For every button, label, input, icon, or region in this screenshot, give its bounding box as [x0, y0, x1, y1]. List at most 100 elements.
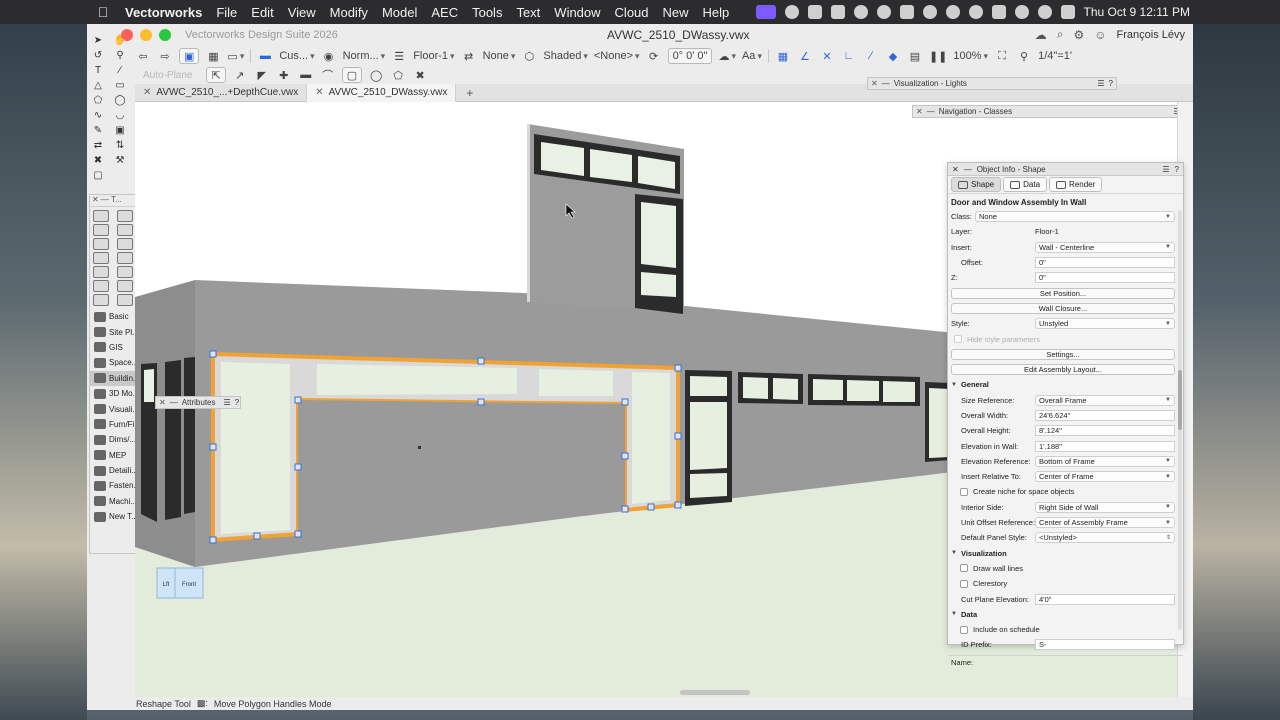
palette-collapse-icon[interactable]: —: [964, 165, 972, 174]
rotate-plan-icon[interactable]: ⟳: [646, 48, 662, 64]
tab-dwassy-file[interactable]: ✕ AVWC_2510_DWassy.vwx: [307, 83, 457, 102]
column-tool-icon[interactable]: [93, 252, 109, 264]
rectangle-tool-icon[interactable]: ▭: [111, 79, 129, 92]
reshape-mode-move-handles[interactable]: ⇱: [206, 67, 226, 83]
screen-plane-tool-icon[interactable]: ▢: [89, 169, 107, 182]
handle[interactable]: [209, 350, 217, 358]
elevation-reference-popup[interactable]: Bottom of Frame ▼: [1035, 455, 1175, 467]
control-center-icon[interactable]: [1060, 5, 1075, 19]
unified-view-icon[interactable]: ☁ ▾: [718, 48, 736, 64]
selection-rectangle-mode[interactable]: ▢: [341, 67, 363, 83]
palette-menu-icon[interactable]: ☰: [224, 398, 231, 407]
close-tab-icon[interactable]: ✕: [315, 87, 323, 98]
display-icon[interactable]: [899, 5, 914, 19]
snap-intersection-icon[interactable]: ✕: [819, 48, 835, 64]
overall-width-field[interactable]: 24'6.624": [1035, 410, 1175, 421]
menu-window[interactable]: Window: [547, 5, 607, 20]
tool-set-furniture-fixtures[interactable]: Furn/Fi...: [90, 417, 138, 432]
handle[interactable]: [621, 398, 629, 406]
user-name[interactable]: François Lévy: [1117, 29, 1185, 41]
menu-view[interactable]: View: [281, 5, 323, 20]
close-icon[interactable]: ✕: [952, 165, 959, 174]
handle[interactable]: [674, 364, 682, 372]
pilaster-tool-icon[interactable]: [117, 266, 133, 278]
tool-set-mep[interactable]: MEP: [90, 448, 138, 463]
help-icon[interactable]: ?: [1175, 165, 1179, 174]
stair-tool-icon[interactable]: [117, 252, 133, 264]
menu-new[interactable]: New: [656, 5, 696, 20]
scrollbar-thumb[interactable]: [1178, 370, 1182, 430]
text-tool-icon[interactable]: T: [89, 64, 107, 77]
reshape-mode-move-vertex[interactable]: ↗: [232, 67, 248, 83]
line-tool-icon[interactable]: ∕: [111, 64, 129, 77]
z-field[interactable]: 0": [1035, 272, 1175, 284]
tab-depthcue-file[interactable]: ✕ AVWC_2510_...+DepthCue.vwx: [135, 83, 308, 102]
roof-tool-icon[interactable]: [117, 238, 133, 250]
fit-view-icon[interactable]: ⛶: [994, 48, 1010, 64]
view-cube-graphic[interactable]: Lft Front: [153, 564, 207, 602]
visualization-section-header[interactable]: ▼ Visualization: [948, 546, 1183, 561]
snap-grid-icon[interactable]: ▦: [775, 48, 791, 64]
edit-assembly-layout-button[interactable]: Edit Assembly Layout...: [951, 364, 1175, 376]
trim-tool-icon[interactable]: ✖: [89, 154, 107, 167]
horizontal-scrollbar[interactable]: [680, 690, 750, 695]
curtain-wall-tool-icon[interactable]: [117, 210, 133, 222]
handle[interactable]: [477, 357, 485, 365]
view-cube[interactable]: Lft Front: [153, 564, 207, 602]
handle[interactable]: [294, 530, 302, 538]
door-window-assembly-tool-icon[interactable]: [93, 280, 109, 292]
elevation-in-wall-field[interactable]: 1'.188": [1035, 440, 1175, 452]
close-icon[interactable]: ✕: [159, 398, 166, 407]
snap-angle-icon[interactable]: ∠: [797, 48, 813, 64]
render-icon[interactable]: ◉: [321, 48, 337, 64]
mirror-tool-icon[interactable]: ⇅: [111, 139, 129, 152]
minimize-window-button[interactable]: [140, 29, 152, 41]
handle[interactable]: [621, 452, 629, 460]
tab-render[interactable]: Render: [1049, 177, 1103, 192]
set-position-button[interactable]: Set Position...: [951, 287, 1175, 299]
menu-cloud[interactable]: Cloud: [608, 5, 656, 20]
handle[interactable]: [674, 432, 682, 440]
view-mode-button[interactable]: ▣: [179, 48, 200, 64]
layer-dropdown[interactable]: Floor-1 ▾: [413, 48, 454, 64]
include-on-schedule-checkbox[interactable]: [960, 625, 968, 634]
overall-height-field[interactable]: 8'.124": [1035, 425, 1175, 437]
railing-tool-icon[interactable]: [93, 266, 109, 278]
palette-menu-icon[interactable]: ☰: [1097, 79, 1104, 88]
tool-set-dims-notes[interactable]: Dims/...: [90, 432, 138, 447]
moon-icon[interactable]: [876, 5, 891, 19]
cloud-icon[interactable]: ☁: [1035, 28, 1047, 42]
navigation-classes-palette[interactable]: ✕ — Navigation - Classes ☰ ?: [912, 105, 1193, 118]
page-setup-icon[interactable]: ▭ ▾: [227, 48, 244, 64]
wall-tool-icon[interactable]: [93, 210, 109, 222]
bluetooth-icon[interactable]: [968, 5, 983, 19]
menubar-clock[interactable]: Thu Oct 9 12:11 PM: [1084, 5, 1191, 19]
insert-relative-popup[interactable]: Center of Frame ▼: [1035, 471, 1175, 483]
zoom-dropdown[interactable]: 100% ▾: [953, 48, 988, 64]
working-plane-icon[interactable]: ▤: [907, 48, 923, 64]
hammer-tool-icon[interactable]: ⚒: [111, 154, 129, 167]
palette-collapse-icon[interactable]: —: [170, 398, 178, 407]
tab-shape[interactable]: Shape: [951, 177, 1002, 192]
cabinet-tool-icon[interactable]: [117, 294, 133, 306]
space-tool-icon[interactable]: [117, 280, 133, 292]
tool-set-visualization[interactable]: Visuali...: [90, 401, 138, 416]
forward-arrow-icon[interactable]: ⇨: [157, 48, 173, 64]
zoom-window-button[interactable]: [159, 29, 171, 41]
handle[interactable]: [253, 532, 261, 540]
class-popup[interactable]: None ▼: [975, 211, 1175, 223]
close-icon[interactable]: ✕: [916, 107, 923, 116]
shaded-dropdown[interactable]: Shaded ▾: [543, 48, 587, 64]
status-app-icon[interactable]: [784, 5, 799, 19]
menu-help[interactable]: Help: [696, 5, 737, 20]
add-tab-button[interactable]: +: [456, 86, 483, 100]
offset-tool-icon[interactable]: ⇄: [89, 139, 107, 152]
slab-tool-icon[interactable]: [93, 238, 109, 250]
name-field[interactable]: [977, 657, 1175, 668]
unit-offset-popup[interactable]: Center of Assembly Frame ▼: [1035, 517, 1175, 529]
custom-view-dropdown[interactable]: Cus... ▾: [279, 48, 314, 64]
handle[interactable]: [477, 398, 485, 406]
arc-tool-icon[interactable]: ◡: [111, 109, 129, 122]
tool-set-3d-modeling[interactable]: 3D Mo...: [90, 386, 138, 401]
default-panel-style-popup[interactable]: <Unstyled> ⇕: [1035, 532, 1175, 544]
